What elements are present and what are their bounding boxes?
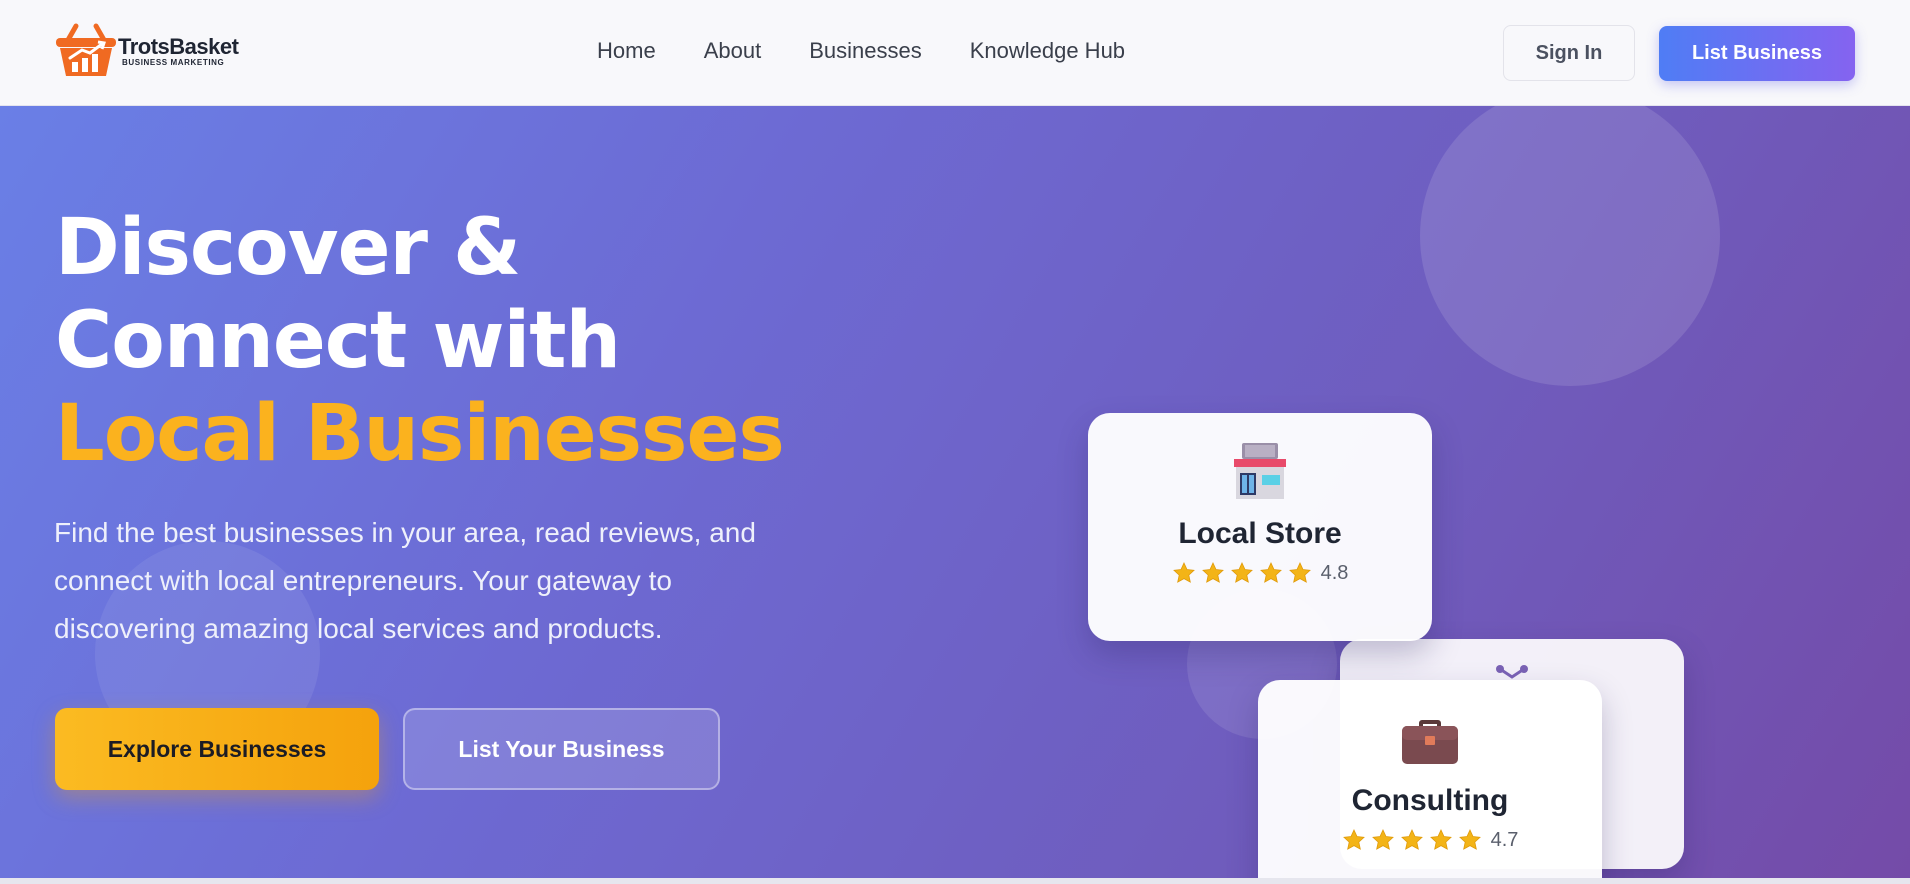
star-icon	[1230, 562, 1253, 583]
star-icon	[1400, 829, 1423, 850]
star-icon	[1429, 829, 1452, 850]
page-bottom-edge	[0, 878, 1910, 884]
hero-section: Discover & Connect with Local Businesses…	[0, 106, 1910, 878]
card-title: Local Store	[1178, 517, 1342, 550]
briefcase-icon	[1402, 720, 1458, 764]
business-card-local-store[interactable]: Local Store 4.8	[1088, 413, 1432, 641]
star-icon	[1458, 829, 1481, 850]
star-icon	[1259, 562, 1282, 583]
star-icon	[1371, 829, 1394, 850]
star-icon	[1172, 562, 1195, 583]
list-business-button[interactable]: List Business	[1659, 26, 1855, 81]
brand-logo[interactable]: TrotsBasket BUSINESS MARKETING	[54, 22, 239, 78]
star-icon	[1288, 562, 1311, 583]
brand-tagline: BUSINESS MARKETING	[122, 58, 225, 67]
decorative-circle	[1420, 106, 1720, 386]
headline-line-2: Connect with	[55, 296, 621, 386]
star-icon	[1201, 562, 1224, 583]
nav-link-home[interactable]: Home	[597, 36, 656, 66]
rating-value: 4.7	[1490, 828, 1519, 851]
hero-subtitle: Find the best businesses in your area, r…	[54, 517, 756, 644]
nav-link-businesses[interactable]: Businesses	[809, 36, 922, 66]
card-title: Consulting	[1351, 784, 1509, 817]
explore-businesses-button[interactable]: Explore Businesses	[55, 708, 379, 790]
main-nav: Home About Businesses Knowledge Hub	[597, 36, 1125, 66]
rating-value: 4.8	[1320, 561, 1349, 584]
business-card-consulting[interactable]: Consulting 4.7	[1258, 680, 1602, 878]
convenience-store-icon	[1234, 443, 1286, 499]
star-rating: 4.8	[1172, 561, 1349, 585]
nav-link-about[interactable]: About	[704, 36, 762, 66]
brand-name: TrotsBasket	[118, 34, 239, 59]
headline-accent: Local Businesses	[55, 389, 785, 479]
hero-headline: Discover & Connect with Local Businesses	[55, 202, 785, 481]
nav-link-knowledge-hub[interactable]: Knowledge Hub	[970, 36, 1125, 66]
headline-line-1: Discover &	[55, 203, 521, 293]
sign-in-button[interactable]: Sign In	[1503, 25, 1635, 81]
list-your-business-button[interactable]: List Your Business	[403, 708, 720, 790]
star-rating: 4.7	[1342, 828, 1519, 852]
basket-logo-icon	[56, 23, 116, 76]
top-navbar: TrotsBasket BUSINESS MARKETING Home Abou…	[0, 0, 1910, 106]
star-icon	[1342, 829, 1365, 850]
